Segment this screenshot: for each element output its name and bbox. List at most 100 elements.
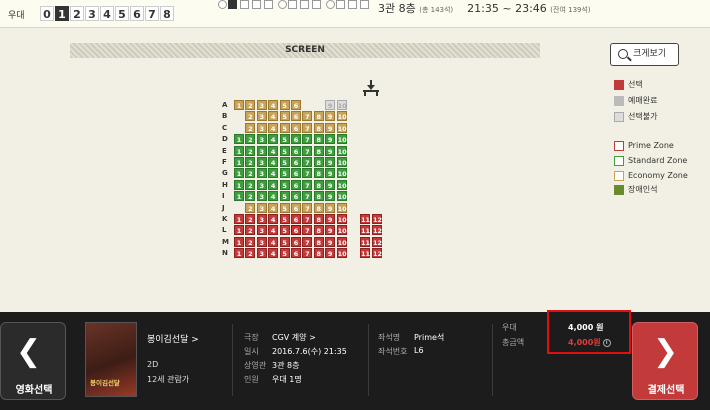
seat-type-box[interactable] [228,0,237,9]
seat-F3[interactable]: 3 [256,157,267,167]
seat-F5[interactable]: 5 [279,157,290,167]
seat-K2[interactable]: 2 [245,214,256,224]
seat-H6[interactable]: 6 [291,179,301,190]
seat-G5[interactable]: 5 [279,168,290,179]
seat-E10[interactable]: 10 [336,145,347,156]
seat-M3[interactable]: 3 [256,236,267,247]
seat-J6[interactable]: 6 [291,202,301,213]
seat-K8[interactable]: 8 [313,214,324,224]
seat-A1[interactable]: 1 [234,100,244,110]
seat-I2[interactable]: 2 [245,191,256,202]
seat-H9[interactable]: 9 [325,179,336,190]
seat-H2[interactable]: 2 [245,179,256,190]
seat-K4[interactable]: 4 [268,214,279,224]
seat-D7[interactable]: 7 [302,134,313,145]
seat-J7[interactable]: 7 [302,202,313,213]
seat-F6[interactable]: 6 [291,157,301,167]
seat-L2[interactable]: 2 [245,225,256,236]
seat-E2[interactable]: 2 [245,145,256,156]
seat-type-box[interactable] [288,0,297,9]
seat-L1[interactable]: 1 [234,225,244,236]
seat-N10[interactable]: 10 [336,248,347,259]
count-button-5[interactable]: 5 [115,6,129,21]
seat-H4[interactable]: 4 [268,179,279,190]
seat-D5[interactable]: 5 [279,134,290,145]
zoom-button[interactable]: 크게보기 [610,43,679,66]
seat-C9[interactable]: 9 [325,122,336,133]
seat-J3[interactable]: 3 [256,202,267,213]
count-button-4[interactable]: 4 [100,6,114,21]
seat-C8[interactable]: 8 [313,122,324,133]
seat-A4[interactable]: 4 [268,100,279,110]
seat-C10[interactable]: 10 [336,122,347,133]
seat-B5[interactable]: 5 [279,111,290,122]
seat-L7[interactable]: 7 [302,225,313,236]
seat-F7[interactable]: 7 [302,157,313,167]
seat-M7[interactable]: 7 [302,236,313,247]
seat-K1[interactable]: 1 [234,214,244,224]
seat-N12[interactable]: 12 [372,248,382,259]
seat-L8[interactable]: 8 [313,225,324,236]
seat-N4[interactable]: 4 [268,248,279,259]
seat-B10[interactable]: 10 [336,111,347,122]
seat-E7[interactable]: 7 [302,145,313,156]
seat-F9[interactable]: 9 [325,157,336,167]
seat-M11[interactable]: 11 [360,236,370,247]
seat-type-radio[interactable] [218,0,227,9]
seat-L4[interactable]: 4 [268,225,279,236]
seat-B6[interactable]: 6 [291,111,301,122]
seat-G6[interactable]: 6 [291,168,301,179]
seat-I4[interactable]: 4 [268,191,279,202]
seat-I5[interactable]: 5 [279,191,290,202]
seat-K10[interactable]: 10 [336,214,347,224]
seat-G9[interactable]: 9 [325,168,336,179]
seat-G3[interactable]: 3 [256,168,267,179]
seat-A3[interactable]: 3 [256,100,267,110]
seat-A9[interactable]: 9 [325,100,336,110]
seat-G2[interactable]: 2 [245,168,256,179]
seat-E4[interactable]: 4 [268,145,279,156]
seat-L9[interactable]: 9 [325,225,336,236]
seat-L6[interactable]: 6 [291,225,301,236]
seat-D10[interactable]: 10 [336,134,347,145]
seat-D3[interactable]: 3 [256,134,267,145]
seat-N3[interactable]: 3 [256,248,267,259]
seat-N6[interactable]: 6 [291,248,301,259]
seat-N1[interactable]: 1 [234,248,244,259]
seat-D8[interactable]: 8 [313,134,324,145]
seat-type-box[interactable] [252,0,261,9]
seat-I9[interactable]: 9 [325,191,336,202]
seat-C4[interactable]: 4 [268,122,279,133]
seat-D9[interactable]: 9 [325,134,336,145]
seat-B9[interactable]: 9 [325,111,336,122]
seat-type-radio[interactable] [326,0,335,9]
seat-K9[interactable]: 9 [325,214,336,224]
seat-A10[interactable]: 10 [336,100,347,110]
seat-K7[interactable]: 7 [302,214,313,224]
seat-A2[interactable]: 2 [245,100,256,110]
next-button[interactable]: ❯ 결제선택 [632,322,698,400]
seat-M2[interactable]: 2 [245,236,256,247]
seat-H1[interactable]: 1 [234,179,244,190]
seat-J4[interactable]: 4 [268,202,279,213]
seat-F8[interactable]: 8 [313,157,324,167]
seat-M1[interactable]: 1 [234,236,244,247]
seat-type-box[interactable] [360,0,369,9]
seat-E6[interactable]: 6 [291,145,301,156]
seat-C7[interactable]: 7 [302,122,313,133]
count-button-0[interactable]: 0 [40,6,54,21]
seat-M12[interactable]: 12 [372,236,382,247]
seat-N8[interactable]: 8 [313,248,324,259]
seat-I1[interactable]: 1 [234,191,244,202]
seat-L11[interactable]: 11 [360,225,370,236]
seat-B2[interactable]: 2 [245,111,256,122]
seat-J5[interactable]: 5 [279,202,290,213]
seat-N5[interactable]: 5 [279,248,290,259]
seat-L10[interactable]: 10 [336,225,347,236]
seat-J9[interactable]: 9 [325,202,336,213]
seat-K5[interactable]: 5 [279,214,290,224]
seat-M6[interactable]: 6 [291,236,301,247]
seat-type-radio[interactable] [278,0,287,9]
seat-type-box[interactable] [312,0,321,9]
seat-G7[interactable]: 7 [302,168,313,179]
